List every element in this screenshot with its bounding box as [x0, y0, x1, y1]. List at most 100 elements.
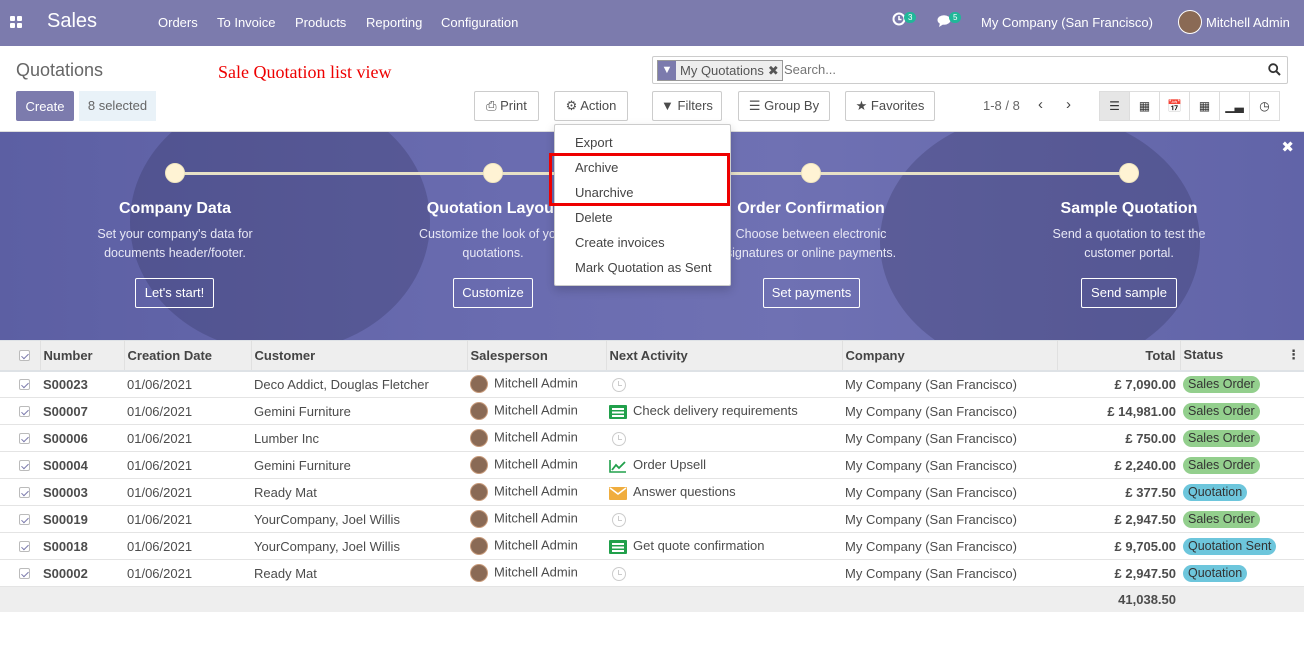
- upsell-chart-icon[interactable]: [609, 457, 633, 473]
- clock-icon[interactable]: [609, 511, 626, 527]
- app-brand[interactable]: Sales: [47, 10, 97, 33]
- row-checkbox[interactable]: [0, 479, 40, 506]
- lets-start-button[interactable]: Let's start!: [135, 278, 214, 308]
- column-number[interactable]: Number: [40, 340, 125, 371]
- group-by-button[interactable]: ☰ Group By: [738, 91, 830, 121]
- table-row[interactable]: S00002 01/06/2021 Ready Mat Mitchell Admin M…: [0, 560, 1304, 587]
- column-total[interactable]: Total: [1057, 340, 1181, 371]
- salesperson-name: Mitchell Admin: [494, 483, 578, 499]
- order-number: S00004: [43, 457, 88, 473]
- facet-label: My Quotations: [680, 63, 764, 78]
- list-view-icon[interactable]: ☰: [1099, 91, 1130, 121]
- table-row[interactable]: S00018 01/06/2021 YourCompany, Joel Willis…: [0, 533, 1304, 560]
- highlight-box: [549, 153, 730, 206]
- clock-icon[interactable]: [609, 376, 626, 393]
- next-activity-cell[interactable]: Check delivery requirements: [606, 398, 842, 425]
- salesperson-name: Mitchell Admin: [494, 510, 578, 526]
- menu-to-invoice[interactable]: To Invoice: [217, 15, 276, 30]
- todo-list-icon[interactable]: [609, 403, 633, 419]
- menu-item-mark-sent[interactable]: Mark Quotation as Sent: [575, 260, 712, 275]
- facet-remove-icon[interactable]: ✖: [768, 61, 782, 80]
- menu-item-export[interactable]: Export: [575, 135, 613, 150]
- pivot-view-icon[interactable]: ▦: [1189, 91, 1220, 121]
- search-input[interactable]: [784, 62, 1254, 77]
- clock-icon[interactable]: [609, 565, 626, 581]
- filters-button[interactable]: ▼ Filters: [652, 91, 722, 121]
- step-description: customer portal.: [1084, 246, 1174, 260]
- table-row[interactable]: S00003 01/06/2021 Ready Mat Mitchell Admin A…: [0, 479, 1304, 506]
- next-activity-cell[interactable]: [606, 506, 842, 533]
- menu-configuration[interactable]: Configuration: [441, 15, 518, 30]
- envelope-icon[interactable]: [609, 484, 633, 500]
- pager-next-icon[interactable]: ›: [1066, 96, 1071, 113]
- action-button[interactable]: ⚙ Action: [554, 91, 628, 121]
- step-dot: [1119, 163, 1139, 183]
- company-switcher[interactable]: My Company (San Francisco): [981, 15, 1153, 30]
- row-checkbox[interactable]: [0, 452, 40, 479]
- menu-item-delete[interactable]: Delete: [575, 210, 613, 225]
- set-payments-button[interactable]: Set payments: [763, 278, 860, 308]
- company-name: My Company (San Francisco): [845, 403, 1017, 419]
- column-status[interactable]: Status ⋮: [1180, 341, 1304, 371]
- table-row[interactable]: S00004 01/06/2021 Gemini Furniture Mitchell…: [0, 452, 1304, 479]
- customer-name: YourCompany, Joel Willis: [254, 511, 400, 527]
- salesperson-avatar: [470, 564, 488, 582]
- next-activity-cell[interactable]: [606, 425, 842, 452]
- star-icon: ★: [855, 98, 868, 113]
- customer-name: Gemini Furniture: [254, 403, 351, 419]
- next-activity-cell[interactable]: Get quote confirmation: [606, 533, 842, 560]
- table-row[interactable]: S00023 01/06/2021 Deco Addict, Douglas Fle…: [0, 371, 1304, 398]
- favorites-button[interactable]: ★ Favorites: [845, 91, 935, 121]
- todo-list-icon[interactable]: [609, 538, 633, 554]
- apps-menu-icon[interactable]: [10, 16, 22, 28]
- company-name: My Company (San Francisco): [845, 430, 1017, 446]
- menu-orders[interactable]: Orders: [158, 15, 198, 30]
- status-badge: Sales Order: [1183, 375, 1260, 393]
- company-name: My Company (San Francisco): [845, 376, 1017, 392]
- next-activity-cell[interactable]: Answer questions: [606, 479, 842, 506]
- clock-icon[interactable]: [609, 430, 626, 446]
- action-label: Action: [580, 98, 617, 113]
- create-button[interactable]: Create: [16, 91, 74, 121]
- print-label: Print: [500, 98, 527, 113]
- salesperson-avatar: [470, 429, 488, 447]
- menu-item-create-invoices[interactable]: Create invoices: [575, 235, 665, 250]
- send-sample-button[interactable]: Send sample: [1081, 278, 1177, 308]
- step-description: documents header/footer.: [104, 246, 246, 260]
- user-avatar[interactable]: [1178, 10, 1202, 34]
- next-activity-cell[interactable]: [606, 371, 842, 398]
- column-creation-date[interactable]: Creation Date: [124, 340, 252, 371]
- next-activity-cell[interactable]: [606, 560, 842, 587]
- select-all-checkbox[interactable]: [0, 340, 41, 371]
- favorites-label: Favorites: [870, 98, 925, 113]
- row-checkbox[interactable]: [0, 371, 40, 398]
- row-checkbox[interactable]: [0, 425, 40, 452]
- table-row[interactable]: S00006 01/06/2021 Lumber Inc Mitchell Admin…: [0, 425, 1304, 452]
- table-row[interactable]: S00007 01/06/2021 Gemini Furniture Mitchell…: [0, 398, 1304, 425]
- column-options-icon[interactable]: ⋮: [1287, 347, 1304, 363]
- column-company[interactable]: Company: [842, 340, 1058, 371]
- pager-value[interactable]: 1-8 / 8: [983, 98, 1020, 113]
- activity-view-icon[interactable]: ◷: [1249, 91, 1280, 121]
- customize-button[interactable]: Customize: [453, 278, 533, 308]
- menu-reporting[interactable]: Reporting: [366, 15, 422, 30]
- table-row[interactable]: S00019 01/06/2021 YourCompany, Joel Willis…: [0, 506, 1304, 533]
- column-customer[interactable]: Customer: [251, 340, 468, 371]
- row-checkbox[interactable]: [0, 533, 40, 560]
- menu-products[interactable]: Products: [295, 15, 346, 30]
- row-checkbox[interactable]: [0, 398, 40, 425]
- row-checkbox[interactable]: [0, 506, 40, 533]
- column-salesperson[interactable]: Salesperson: [467, 340, 607, 371]
- graph-view-icon[interactable]: ▁▃: [1219, 91, 1250, 121]
- next-activity-cell[interactable]: Order Upsell: [606, 452, 842, 479]
- column-next-activity[interactable]: Next Activity: [606, 340, 843, 371]
- search-facet[interactable]: ▼ My Quotations ✖: [657, 60, 783, 81]
- calendar-view-icon[interactable]: 📅: [1159, 91, 1190, 121]
- user-menu[interactable]: Mitchell Admin: [1206, 15, 1290, 30]
- close-icon[interactable]: ✖: [1281, 138, 1294, 156]
- print-button[interactable]: ⎙ Print: [474, 91, 539, 121]
- row-checkbox[interactable]: [0, 560, 40, 587]
- kanban-view-icon[interactable]: ▦: [1129, 91, 1160, 121]
- search-icon[interactable]: [1268, 63, 1281, 76]
- pager-previous-icon[interactable]: ‹: [1038, 96, 1043, 113]
